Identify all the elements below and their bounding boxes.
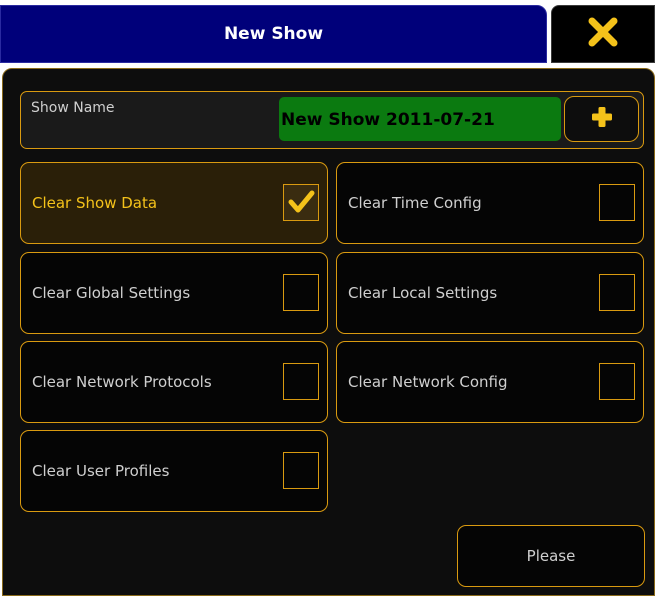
clear-network-protocols-option[interactable]: Clear Network Protocols — [20, 341, 328, 423]
checkbox[interactable] — [283, 274, 319, 311]
option-label: Clear Show Data — [32, 194, 158, 212]
checkbox-checked[interactable] — [283, 184, 319, 221]
new-show-dialog: New Show Show Name New Show 2011-07-21 C… — [0, 0, 655, 596]
clear-time-config-option[interactable]: Clear Time Config — [336, 162, 644, 244]
show-name-row: Show Name New Show 2011-07-21 — [20, 91, 644, 149]
option-label: Clear Time Config — [348, 194, 482, 212]
option-label: Clear Global Settings — [32, 284, 191, 302]
option-label: Clear Network Protocols — [32, 373, 212, 391]
close-x-icon — [586, 15, 620, 53]
title-bar: New Show — [0, 5, 547, 63]
option-label: Clear Network Config — [348, 373, 508, 391]
show-name-field[interactable]: New Show 2011-07-21 — [279, 97, 561, 141]
checkbox[interactable] — [283, 363, 319, 400]
plus-icon — [590, 105, 614, 133]
add-show-name-button[interactable] — [564, 96, 639, 142]
checkbox[interactable] — [599, 363, 635, 400]
option-label: Clear Local Settings — [348, 284, 498, 302]
clear-user-profiles-option[interactable]: Clear User Profiles — [20, 430, 328, 512]
please-button[interactable]: Please — [457, 525, 645, 587]
clear-network-config-option[interactable]: Clear Network Config — [336, 341, 644, 423]
dialog-title: New Show — [223, 24, 324, 44]
option-label: Clear User Profiles — [32, 462, 170, 480]
checkbox[interactable] — [599, 274, 635, 311]
clear-local-settings-option[interactable]: Clear Local Settings — [336, 252, 644, 334]
clear-global-settings-option[interactable]: Clear Global Settings — [20, 252, 328, 334]
show-name-label: Show Name — [31, 100, 115, 116]
close-button[interactable] — [551, 5, 655, 63]
checkbox[interactable] — [283, 452, 319, 489]
checkbox[interactable] — [599, 184, 635, 221]
dialog-body: Show Name New Show 2011-07-21 Clear Show… — [2, 68, 655, 596]
clear-show-data-option[interactable]: Clear Show Data — [20, 162, 328, 244]
checkmark-icon — [288, 190, 315, 213]
